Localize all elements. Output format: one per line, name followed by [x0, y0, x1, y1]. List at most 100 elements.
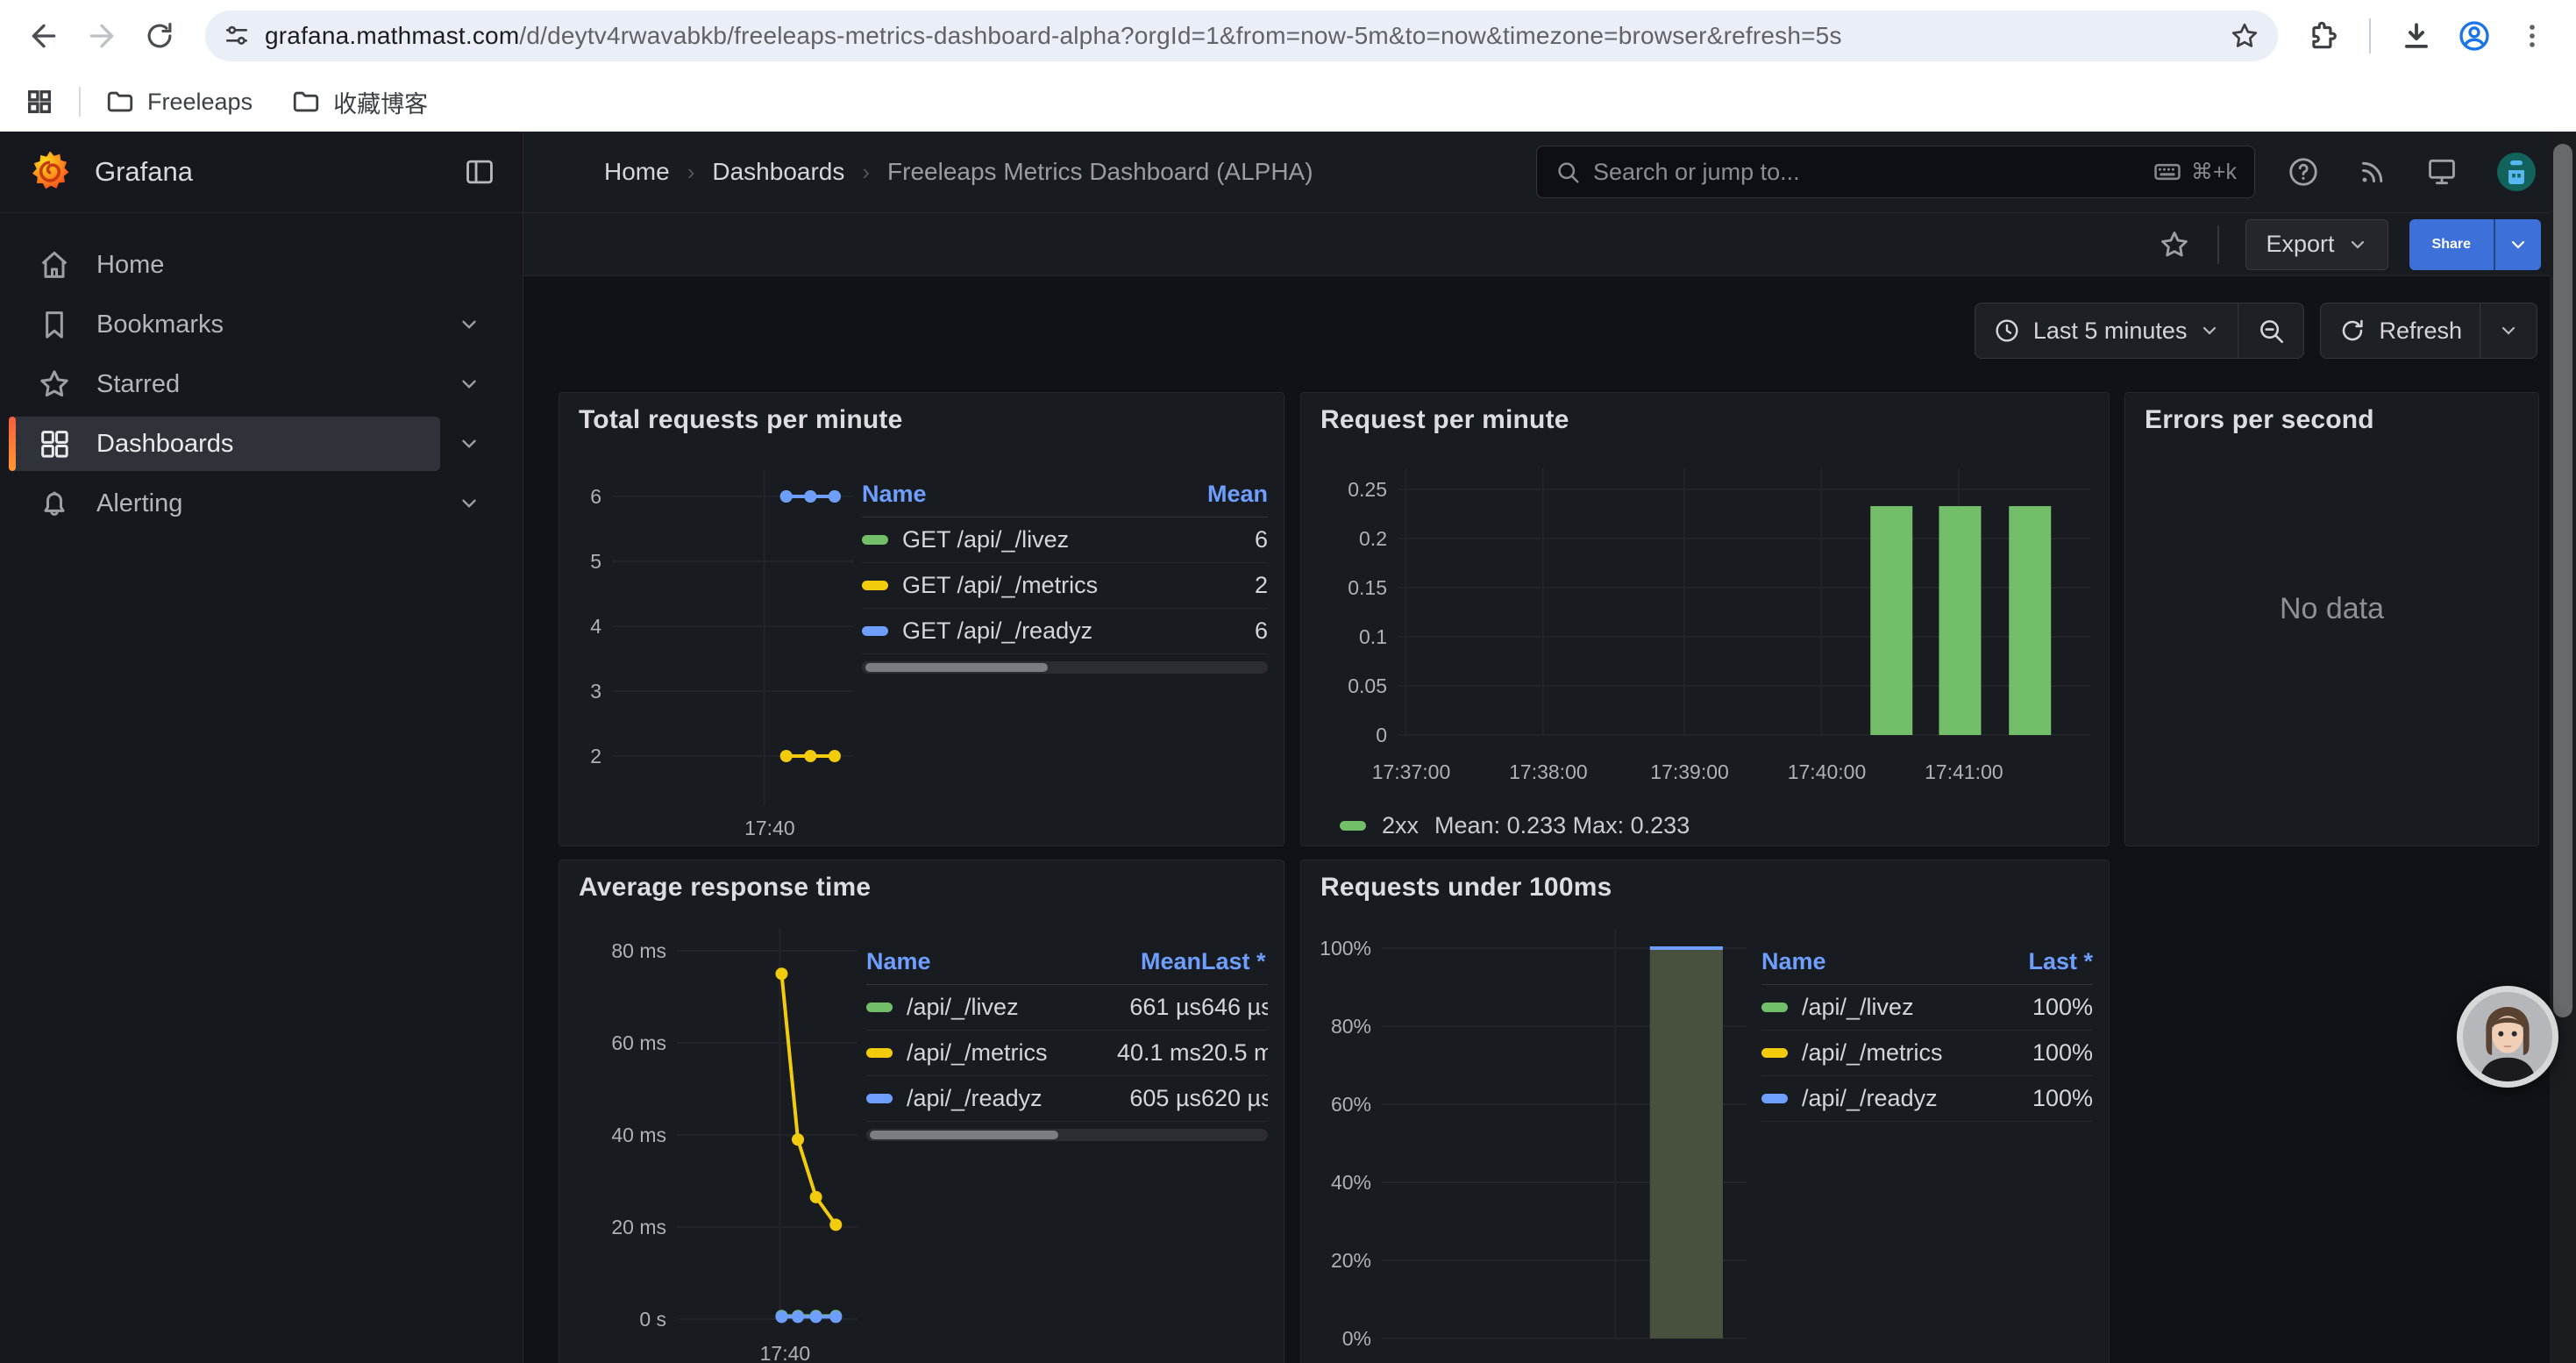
sidebar-item-dashboards[interactable]: Dashboards	[9, 415, 510, 473]
bookmark-folder-blogs[interactable]: 收藏博客	[291, 85, 428, 119]
legend-column-header[interactable]: Mean	[1189, 481, 1268, 508]
forward-icon[interactable]	[77, 11, 126, 61]
legend-scrollbar[interactable]	[866, 1129, 1268, 1141]
data-point	[780, 490, 793, 503]
chevron-down-icon[interactable]	[458, 313, 480, 336]
help-icon[interactable]	[2287, 155, 2320, 189]
data-point	[780, 750, 793, 762]
y-axis-tick-label: 100%	[1320, 937, 1371, 960]
series-swatch	[866, 1094, 893, 1103]
bookmark-star-icon[interactable]	[2229, 20, 2260, 52]
refresh-button[interactable]: Refresh	[2321, 303, 2480, 358]
time-range-group: Last 5 minutes	[1975, 303, 2305, 359]
sidebar-item-home[interactable]: Home	[9, 236, 510, 294]
search-input[interactable]: Search or jump to... ⌘+k	[1536, 146, 2255, 198]
series-value: 100%	[1988, 1085, 2093, 1112]
sidebar-collapse-icon[interactable]	[463, 155, 496, 189]
series-name[interactable]: /api/_/readyz	[1802, 1085, 1938, 1112]
series-name[interactable]: 2xx	[1382, 812, 1419, 839]
chevron-down-icon[interactable]	[458, 373, 480, 396]
legend-row[interactable]: /api/_/metrics40.1 ms20.5 ms	[866, 1031, 1268, 1076]
series-value: 40.1 ms	[1110, 1039, 1201, 1067]
sidebar-item-label: Bookmarks	[96, 310, 224, 339]
legend-scrollbar-thumb[interactable]	[865, 663, 1048, 672]
reload-icon[interactable]	[135, 11, 184, 61]
series-name[interactable]: /api/_/metrics	[907, 1039, 1048, 1067]
data-point	[775, 1310, 787, 1323]
legend-row[interactable]: /api/_/livez661 µs646 µs	[866, 985, 1268, 1031]
panel-title[interactable]: Requests under 100ms	[1301, 860, 2109, 910]
series-name[interactable]: /api/_/readyz	[907, 1085, 1042, 1112]
refresh-interval-dropdown[interactable]	[2480, 303, 2537, 358]
back-icon[interactable]	[19, 11, 68, 61]
legend-column-header[interactable]: Last *	[1988, 948, 2093, 975]
zoom-out-button[interactable]	[2238, 303, 2303, 358]
share-caret-button[interactable]	[2494, 219, 2541, 270]
series-swatch	[1761, 1094, 1788, 1103]
apps-grid-icon[interactable]	[25, 87, 54, 117]
legend-column-header[interactable]: Name	[862, 481, 1189, 508]
legend-column-header[interactable]: Last *	[1201, 948, 1268, 975]
series-name[interactable]: GET /api/_/readyz	[902, 617, 1092, 645]
legend-column-header[interactable]: Mean	[1110, 948, 1201, 975]
legend-column-header[interactable]: Name	[866, 948, 1110, 975]
share-button-label[interactable]: Share	[2409, 219, 2494, 270]
time-range-picker[interactable]: Last 5 minutes	[1975, 303, 2238, 358]
panel-title[interactable]: Total requests per minute	[559, 393, 1284, 442]
downloads-icon[interactable]	[2392, 11, 2441, 61]
data-point	[792, 1133, 804, 1145]
assistant-avatar-bubble[interactable]	[2457, 986, 2558, 1088]
series-swatch	[862, 626, 888, 636]
legend-row[interactable]: /api/_/metrics100%	[1761, 1031, 2093, 1076]
chevron-down-icon[interactable]	[458, 432, 480, 455]
menu-kebab-icon[interactable]	[2508, 11, 2557, 61]
panel-request-per-minute: Request per minute 0.250.20.150.10.05017…	[1300, 392, 2110, 846]
breadcrumb-dashboards[interactable]: Dashboards	[712, 158, 844, 186]
export-button[interactable]: Export	[2245, 219, 2387, 270]
series-name[interactable]: /api/_/metrics	[1802, 1039, 1943, 1067]
legend-row[interactable]: GET /api/_/readyz6	[862, 609, 1268, 654]
sidebar-item-starred[interactable]: Starred	[9, 355, 510, 413]
legend-line[interactable]: 2xxMean: 0.233 Max: 0.233	[1340, 812, 2093, 839]
profile-icon[interactable]	[2450, 11, 2499, 61]
panel-title[interactable]: Request per minute	[1301, 393, 2109, 442]
dashboard-canvas: Last 5 minutes Refresh	[523, 276, 2576, 1363]
sidebar-item-bookmarks[interactable]: Bookmarks	[9, 296, 510, 353]
series-name[interactable]: GET /api/_/metrics	[902, 572, 1098, 599]
browser-toolbar: grafana.mathmast.com/d/deytv4rwavabkb/fr…	[0, 0, 2576, 72]
sidebar-item-alerting[interactable]: Alerting	[9, 475, 510, 532]
legend-column-header[interactable]: Name	[1761, 948, 1988, 975]
bookmark-folder-freeleaps[interactable]: Freeleaps	[105, 87, 253, 117]
extensions-icon[interactable]	[2299, 11, 2348, 61]
legend-row[interactable]: /api/_/readyz 100%	[1761, 1076, 2093, 1122]
legend-scrollbar-thumb[interactable]	[870, 1131, 1058, 1139]
site-settings-icon[interactable]	[223, 22, 251, 50]
breadcrumb-home[interactable]: Home	[604, 158, 670, 186]
window-scrollbar-thumb[interactable]	[2553, 144, 2572, 1017]
news-rss-icon[interactable]	[2357, 156, 2388, 188]
legend-row[interactable]: /api/_/livez100%	[1761, 985, 2093, 1031]
legend-header: NameMean	[862, 472, 1268, 517]
series-swatch	[1761, 1048, 1788, 1058]
monitor-icon[interactable]	[2425, 155, 2459, 189]
legend-row[interactable]: /api/_/readyz605 µs620 µs	[866, 1076, 1268, 1122]
grafana-logo-icon[interactable]	[26, 148, 74, 196]
breadcrumb-current: Freeleaps Metrics Dashboard (ALPHA)	[887, 158, 1313, 186]
x-axis-tick-label: 17:37:00	[1372, 760, 1451, 783]
legend-row[interactable]: GET /api/_/livez6	[862, 517, 1268, 563]
user-avatar[interactable]	[2495, 151, 2537, 193]
panel-title[interactable]: Errors per second	[2125, 393, 2538, 442]
series-name[interactable]: /api/_/livez	[907, 994, 1019, 1021]
refresh-group: Refresh	[2320, 303, 2537, 359]
url-bar[interactable]: grafana.mathmast.com/d/deytv4rwavabkb/fr…	[205, 11, 2278, 61]
legend-scrollbar[interactable]	[862, 661, 1268, 674]
share-button[interactable]: Share	[2409, 219, 2541, 270]
favorite-star-icon[interactable]	[2158, 228, 2191, 261]
panel-title[interactable]: Average response time	[559, 860, 1284, 910]
chevron-down-icon[interactable]	[458, 492, 480, 515]
series-name[interactable]: GET /api/_/livez	[902, 526, 1069, 553]
x-axis-tick-label: 17:38:00	[1509, 760, 1588, 783]
y-axis-tick-label: 60 ms	[611, 1031, 666, 1054]
legend-row[interactable]: GET /api/_/metrics2	[862, 563, 1268, 609]
series-name[interactable]: /api/_/livez	[1802, 994, 1914, 1021]
